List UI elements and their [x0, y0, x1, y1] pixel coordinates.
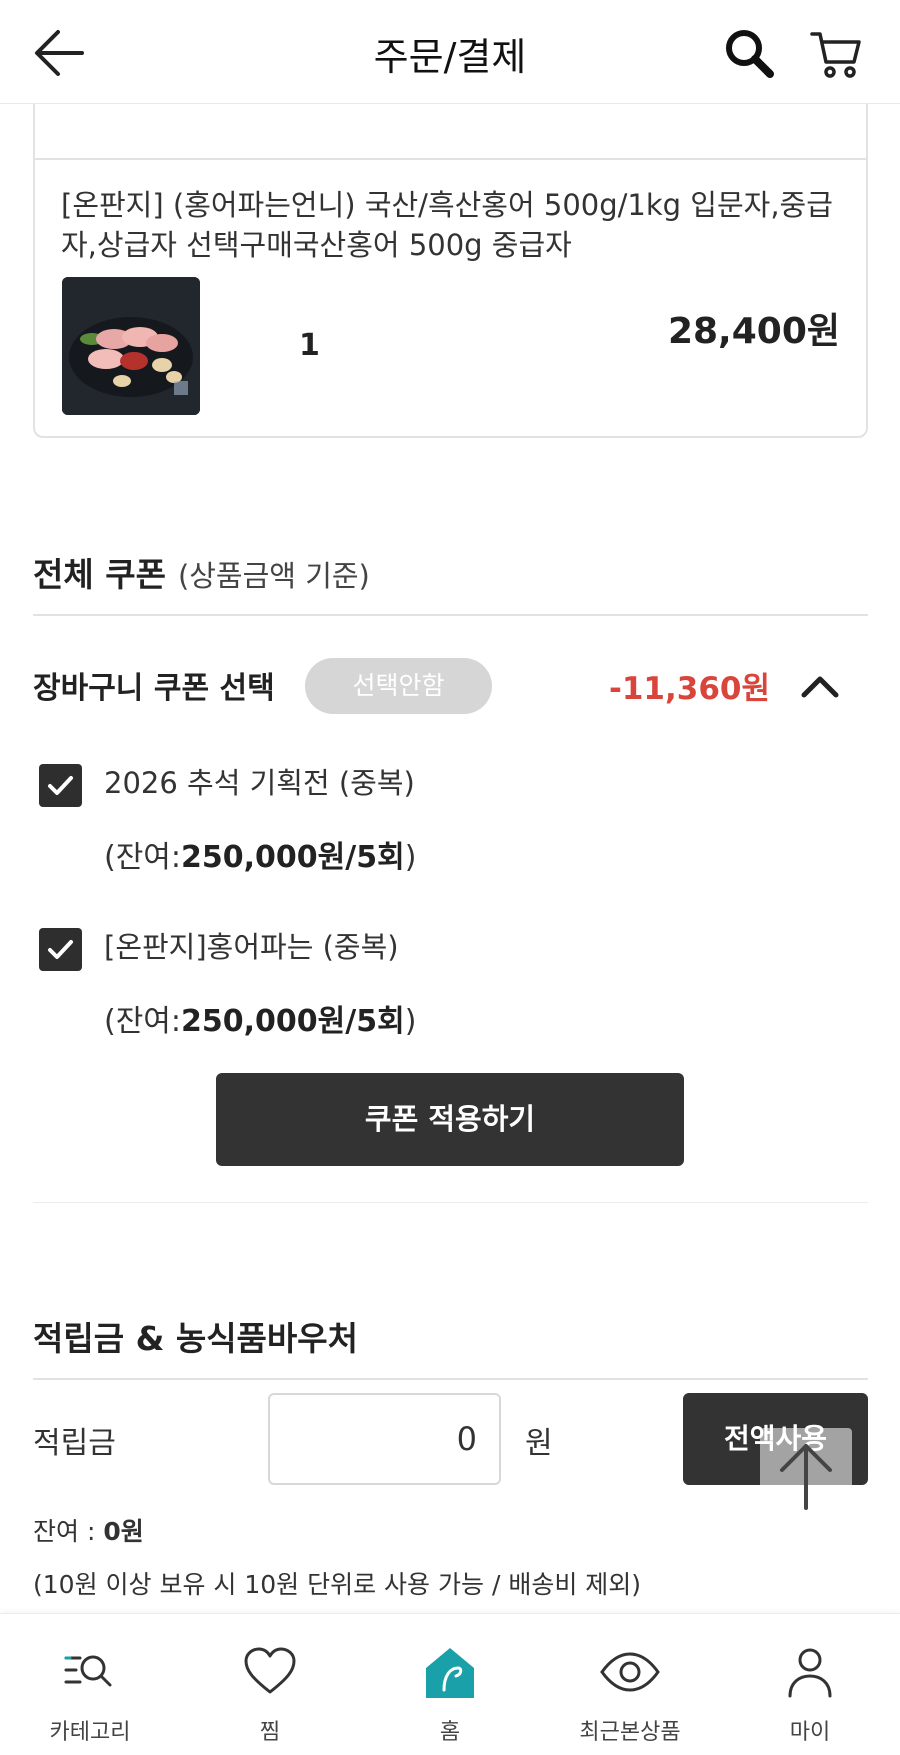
product-price: 28,400원: [667, 311, 840, 352]
coupon-remain-1: (잔여:250,000원/5회): [104, 832, 416, 876]
coupon-name-2: [온판지]홍어파는 (중복): [104, 930, 399, 964]
points-unit: 원: [525, 1426, 553, 1461]
bottom-tab-bar: 카테고리 찜 홈 최근본상품 마이: [0, 1613, 900, 1755]
points-label: 적립금: [33, 1426, 116, 1461]
tab-home[interactable]: 홈: [360, 1614, 540, 1755]
tab-category[interactable]: 카테고리: [0, 1614, 180, 1755]
coupon-remain-suffix: ): [404, 1004, 417, 1039]
order-product-card: [온판지] (홍어파는언니) 국산/흑산홍어 500g/1kg 입문자,중급자,…: [33, 60, 868, 438]
coupon-remain-value: 250,000원/5회: [181, 1004, 405, 1039]
cart-coupon-label: 장바구니 쿠폰 선택: [33, 671, 275, 706]
arrow-up-icon: [780, 1444, 832, 1510]
app-header: 주문/결제: [0, 0, 900, 104]
product-image: [62, 277, 200, 415]
apply-coupon-button[interactable]: 쿠폰 적용하기: [216, 1073, 684, 1166]
tab-my[interactable]: 마이: [720, 1614, 900, 1755]
points-input[interactable]: 0: [268, 1393, 501, 1485]
home-logo-icon: [426, 1648, 474, 1698]
points-remaining: 잔여 : 0원: [33, 1512, 144, 1548]
tab-recent[interactable]: 최근본상품: [540, 1614, 720, 1755]
category-search-icon: [64, 1655, 112, 1687]
product-quantity: 1: [299, 328, 320, 363]
chevron-up-icon[interactable]: [800, 672, 840, 700]
coupon-remain-2: (잔여:250,000원/5회): [104, 996, 416, 1040]
coupon-checkbox-2[interactable]: [39, 928, 82, 971]
coupon-remain-prefix: (잔여:: [104, 840, 182, 875]
tab-wishlist[interactable]: 찜: [180, 1614, 360, 1755]
coupon-remain-prefix: (잔여:: [104, 1004, 182, 1039]
tab-label: 찜: [259, 1720, 281, 1745]
coupon-remain-value: 250,000원/5회: [181, 840, 405, 875]
points-usage-note: (10원 이상 보유 시 10원 단위로 사용 가능 / 배송비 제외): [33, 1570, 642, 1599]
no-selection-pill[interactable]: 선택안함: [305, 658, 492, 714]
coupon-discount-amount: -11,360원: [608, 671, 770, 707]
product-thumbnail: [62, 277, 200, 415]
coupon-checkbox-1[interactable]: [39, 764, 82, 807]
scroll-top-button[interactable]: [760, 1428, 852, 1520]
product-name: [온판지] (홍어파는언니) 국산/흑산홍어 500g/1kg 입문자,중급자,…: [61, 188, 833, 262]
eye-icon: [600, 1652, 660, 1692]
points-section-divider: [33, 1378, 868, 1380]
coupon-section-end-divider: [33, 1202, 868, 1203]
cart-icon[interactable]: [808, 24, 864, 82]
coupon-section-title: 전체 쿠폰 (상품금액 기준): [33, 548, 370, 596]
coupon-name-1: 2026 추석 기획전 (중복): [104, 766, 415, 800]
points-section-title: 적립금 & 농식품바우처: [33, 1319, 358, 1358]
tab-label: 홈: [439, 1720, 461, 1745]
tab-label: 카테고리: [49, 1720, 131, 1745]
checkmark-icon: [48, 940, 73, 959]
person-icon: [788, 1648, 832, 1698]
card-divider: [35, 158, 866, 160]
tab-label: 최근본상품: [579, 1720, 681, 1745]
checkmark-icon: [48, 776, 73, 795]
coupon-section-subtitle: (상품금액 기준): [177, 559, 370, 593]
coupon-section-divider: [33, 614, 868, 616]
tab-label: 마이: [789, 1720, 831, 1745]
points-remain-value: 0원: [103, 1517, 144, 1546]
coupon-remain-suffix: ): [404, 840, 417, 875]
search-icon[interactable]: [722, 26, 778, 82]
coupon-section-heading: 전체 쿠폰: [33, 555, 166, 594]
heart-icon: [244, 1647, 296, 1694]
points-remain-prefix: 잔여 :: [33, 1517, 104, 1546]
